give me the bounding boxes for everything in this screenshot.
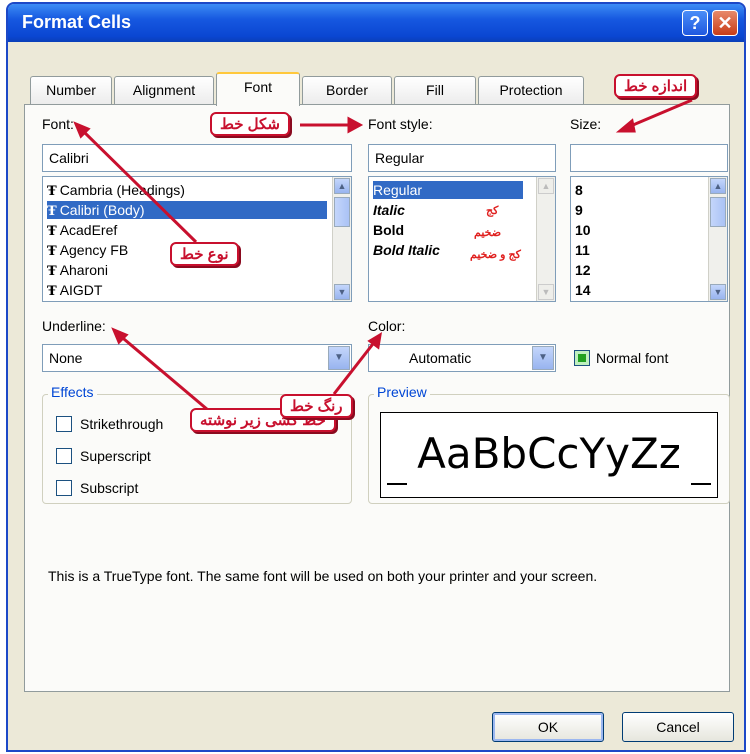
font-style-input[interactable]: Regular (368, 144, 556, 172)
subscript-label: Subscript (80, 480, 139, 496)
color-label: Color: (368, 318, 406, 334)
strikethrough-label: Strikethrough (80, 416, 164, 432)
scroll-thumb[interactable] (334, 197, 350, 227)
chevron-down-icon[interactable]: ▼ (538, 284, 554, 300)
truetype-icon: Ŧ (47, 204, 57, 219)
tab-alignment[interactable]: Alignment (114, 76, 214, 104)
color-select[interactable]: Automatic ▼ (368, 344, 556, 372)
font-label: Font: (42, 116, 74, 132)
underline-value: None (49, 350, 83, 366)
baseline-mark (387, 483, 407, 485)
font-style-label: Font style: (368, 116, 433, 132)
font-list[interactable]: Ŧ Cambria (Headings) Ŧ Calibri (Body) Ŧ Aca… (42, 176, 352, 302)
subscript-checkbox[interactable] (56, 480, 72, 496)
list-item[interactable]: Ŧ Cambria (Headings) (47, 181, 185, 199)
font-style-list[interactable]: Regular Italic Bold Bold Italic ▲ ▼ (368, 176, 556, 302)
font-name-input[interactable]: Calibri (42, 144, 352, 172)
underline-select[interactable]: None ▼ (42, 344, 352, 372)
truetype-icon: Ŧ (47, 244, 57, 259)
list-item[interactable]: 14 (575, 281, 591, 299)
bold-italic-note: کج و ضخیم (470, 249, 521, 261)
truetype-icon: Ŧ (47, 184, 57, 199)
list-item[interactable]: Ŧ Aharoni (47, 261, 108, 279)
list-item[interactable]: 8 (575, 181, 583, 199)
size-list-scrollbar[interactable]: ▲ ▼ (708, 177, 727, 301)
annotation-color: رنگ خط (280, 394, 353, 418)
close-icon[interactable]: ✕ (712, 10, 738, 36)
chevron-down-icon[interactable]: ▼ (328, 346, 350, 370)
font-style-scrollbar[interactable]: ▲ ▼ (536, 177, 555, 301)
annotation-font-type: نوع خط (170, 242, 239, 266)
tab-protection[interactable]: Protection (478, 76, 584, 104)
size-label: Size: (570, 116, 602, 132)
size-list[interactable]: 8 9 10 11 12 14 ▲ ▼ (570, 176, 728, 302)
chevron-down-icon[interactable]: ▼ (334, 284, 350, 300)
list-item[interactable]: Italic (373, 201, 405, 219)
format-cells-dialog: Format Cells ? ✕ Number Alignment Font B… (6, 2, 746, 752)
baseline-mark (691, 483, 711, 485)
color-value: Automatic (409, 350, 472, 366)
chevron-up-icon[interactable]: ▲ (710, 178, 726, 194)
chevron-up-icon[interactable]: ▲ (538, 178, 554, 194)
tab-fill[interactable]: Fill (394, 76, 476, 104)
list-item[interactable]: 10 (575, 221, 591, 239)
help-icon[interactable]: ? (682, 10, 708, 36)
list-item[interactable]: Ŧ AIGDT (47, 281, 102, 299)
normal-font-label: Normal font (596, 350, 669, 366)
preview-sample: AaBbCcYyZz (417, 429, 681, 478)
list-item[interactable]: Ŧ Agency FB (47, 241, 128, 259)
tab-border[interactable]: Border (302, 76, 392, 104)
font-description: This is a TrueType font. The same font w… (48, 568, 598, 584)
chevron-up-icon[interactable]: ▲ (334, 178, 350, 194)
chevron-down-icon[interactable]: ▼ (710, 284, 726, 300)
list-item[interactable]: 11 (575, 241, 590, 259)
cancel-button[interactable]: Cancel (622, 712, 734, 742)
tab-font[interactable]: Font (216, 72, 300, 106)
normal-font-checkbox[interactable] (574, 350, 590, 366)
truetype-icon: Ŧ (47, 284, 57, 299)
preview-title: Preview (374, 384, 430, 400)
effects-title: Effects (48, 384, 97, 400)
truetype-icon: Ŧ (47, 224, 57, 239)
bold-note: ضخیم (474, 227, 502, 239)
scroll-thumb[interactable] (710, 197, 726, 227)
annotation-font-size: اندازه خط (614, 74, 698, 98)
superscript-checkbox[interactable] (56, 448, 72, 464)
font-list-scrollbar[interactable]: ▲ ▼ (332, 177, 351, 301)
list-item[interactable]: 12 (575, 261, 591, 279)
chevron-down-icon[interactable]: ▼ (532, 346, 554, 370)
superscript-label: Superscript (80, 448, 151, 464)
list-item[interactable]: Regular (373, 181, 523, 199)
list-item[interactable]: Bold (373, 221, 404, 239)
truetype-icon: Ŧ (47, 264, 57, 279)
title-bar[interactable]: Format Cells ? ✕ (8, 4, 744, 42)
strikethrough-checkbox[interactable] (56, 416, 72, 432)
size-input[interactable] (570, 144, 728, 172)
annotation-font-style: شکل خط (210, 112, 290, 136)
dialog-title: Format Cells (22, 12, 132, 32)
list-item[interactable]: Bold Italic (373, 241, 440, 259)
italic-note: کج (486, 205, 499, 217)
ok-button[interactable]: OK (492, 712, 604, 742)
underline-label: Underline: (42, 318, 106, 334)
list-item[interactable]: 9 (575, 201, 583, 219)
tab-number[interactable]: Number (30, 76, 112, 104)
list-item[interactable]: Ŧ Calibri (Body) (47, 201, 327, 219)
preview-box: AaBbCcYyZz (380, 412, 718, 498)
list-item[interactable]: Ŧ AcadEref (47, 221, 117, 239)
